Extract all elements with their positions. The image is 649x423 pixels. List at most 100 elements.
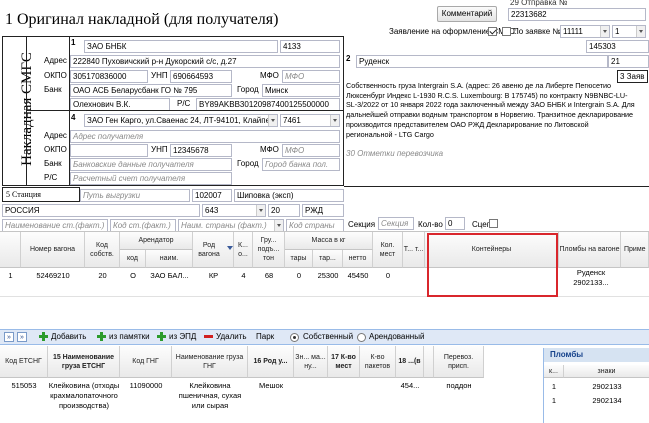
country-code-select[interactable]: 643 <box>202 204 266 217</box>
own-label: Собственный <box>303 332 354 341</box>
chevron-down-icon <box>600 26 609 37</box>
from-memo-button[interactable]: из памятки <box>109 330 150 344</box>
dispatch-number-input[interactable]: 22313682 <box>508 8 646 21</box>
col-weight: 18 ...(в <box>396 346 424 378</box>
receiver-bank-input[interactable]: Банковские данные получателя <box>70 158 232 171</box>
receiver-mfo-input[interactable]: МФО <box>282 144 340 157</box>
receiver-code-select[interactable]: 7461 <box>280 114 340 127</box>
receiver-rs-input[interactable]: Расчетный счет получателя <box>70 172 232 185</box>
by-statement-checkbox[interactable] <box>502 27 511 36</box>
sender-name-input[interactable]: ЗАО БНБК <box>84 40 278 53</box>
count-input[interactable]: 0 <box>445 217 465 230</box>
col-net: нетто <box>343 250 373 268</box>
row-etsng-name: Клейковина (отходы крахмалопаточного про… <box>48 381 120 410</box>
collapse-button[interactable]: » <box>4 332 14 342</box>
receiver-name-value: ЗАО Ген Карго, ул.Сваенас 24, ЛТ-94101, … <box>87 116 271 125</box>
receiver-mfo-label: МФО <box>260 145 279 154</box>
col-gng-code: Код ГНГ <box>120 346 172 378</box>
row-lessor-name: ЗАО БАЛ... <box>150 271 189 280</box>
col-tare: тары <box>285 250 313 268</box>
carrier-marks-input[interactable]: 30 Отметки перевозчика <box>346 148 443 159</box>
station-code-input[interactable]: 145303 <box>586 40 649 53</box>
statement-text[interactable]: Собственность груза Intergrain S.A. (адр… <box>346 81 636 139</box>
col-num <box>0 232 21 268</box>
col-wagon-number: Номер вагона <box>21 232 85 268</box>
list-item[interactable]: 1 2902133 <box>544 381 649 394</box>
seal-sign: 2902133 <box>592 382 622 391</box>
col-note: Приме <box>621 232 649 268</box>
unload-route-input[interactable]: Путь выгрузки <box>80 189 190 202</box>
rented-radio[interactable] <box>357 333 366 342</box>
row-packing: Мешок <box>259 381 283 390</box>
seals-panel-title: Пломбы <box>544 348 649 362</box>
side-title: Накладная СМГС <box>19 52 35 166</box>
radio-dot-icon <box>293 336 296 339</box>
sender-address-input[interactable]: 222840 Пуховичский р-н Дукорский с/с, д.… <box>70 55 340 68</box>
expand-button[interactable]: » <box>17 332 27 342</box>
smgs-statement-checkbox[interactable] <box>488 27 497 36</box>
add-button[interactable]: Добавить <box>51 330 86 344</box>
station-extra-input[interactable]: 21 <box>608 55 649 68</box>
sender-city-input[interactable]: Минск <box>262 84 340 97</box>
table-row[interactable]: 515053 Клейковина (отходы крахмалопаточн… <box>0 378 535 423</box>
sender-code-input[interactable]: 4133 <box>280 40 340 53</box>
seals-col-signs: знаки <box>564 365 649 378</box>
sender-city-label: Город <box>237 85 259 94</box>
receiver-address-input[interactable]: Адрес получателя <box>70 130 340 143</box>
station-name-input[interactable]: Руденск <box>356 55 608 68</box>
list-item[interactable]: 1 2902134 <box>544 395 649 408</box>
col-lessor: Арендатор <box>120 232 193 250</box>
seals-panel: Пломбы к... знаки 1 2902133 1 2902134 <box>543 348 649 423</box>
col-owner-code: Код собств. <box>85 232 120 268</box>
statement-number-select[interactable]: 11111 <box>560 25 610 38</box>
sender-bank-label: Банк <box>44 85 62 94</box>
receiver-bank-label: Банк <box>44 159 62 168</box>
row-tare-prov: 25300 <box>317 271 339 280</box>
col-etsng-code: Код ЕТСНГ <box>0 346 48 378</box>
add-from-epd-icon <box>157 332 166 341</box>
receiver-unp-input[interactable]: 12345678 <box>170 144 232 157</box>
sender-bank-input[interactable]: ОАО АСБ Беларусбанк ГО № 795 <box>70 84 232 97</box>
receiver-okpo-input[interactable] <box>70 144 148 157</box>
col-t: Т... т... <box>403 232 425 268</box>
col-mass-group: Масса в кг <box>285 232 373 250</box>
col-kind: Род вагона <box>193 232 234 268</box>
col-tare-prov: тар... <box>313 250 343 268</box>
sender-rs-label: Р/С <box>177 99 191 108</box>
receiver-code-value: 7461 <box>283 116 301 125</box>
receiver-num: 4 <box>71 113 76 122</box>
col-places: Кол. мест <box>373 232 403 268</box>
rail-number-input[interactable]: 20 <box>268 204 300 217</box>
row-transshipment: поддон <box>446 381 472 390</box>
row-etsng-code: 515053 <box>11 381 37 390</box>
row-num: 1 <box>8 271 13 280</box>
section-divider <box>26 110 344 111</box>
by-statement-label: По заявке № <box>513 27 561 36</box>
statement-count-select[interactable]: 1 <box>612 25 646 38</box>
coupling-checkbox[interactable] <box>489 219 498 228</box>
statement-count-value: 1 <box>615 27 620 36</box>
sender-mfo-input[interactable]: МФО <box>282 70 340 83</box>
sender-okpo-label: ОКПО <box>44 71 67 80</box>
receiver-city-input[interactable]: Город банка пол. <box>262 158 340 171</box>
comment-button[interactable]: Комментарий <box>437 6 497 22</box>
delete-button[interactable]: Удалить <box>216 330 247 344</box>
smgs-statement-label: Заявление на оформление СМГС: <box>389 27 517 36</box>
row-weight: 454... <box>400 381 420 390</box>
section-label: Секция <box>348 220 376 229</box>
country-name-input[interactable]: РОССИЯ <box>2 204 200 217</box>
destination-name-input[interactable]: Шиповка (эксп) <box>234 189 344 202</box>
destination-code-input[interactable]: 102007 <box>192 189 232 202</box>
chevron-down-icon <box>274 220 283 231</box>
sender-okpo-input[interactable]: 305170836000 <box>70 70 148 83</box>
seals-col-k: к... <box>544 365 564 378</box>
col-lessor-code: код <box>120 250 146 268</box>
own-radio[interactable] <box>290 333 299 342</box>
receiver-rs-label: Р/С <box>44 173 58 182</box>
sender-unp-input[interactable]: 690664593 <box>170 70 232 83</box>
rail-name-input[interactable]: РЖД <box>302 204 344 217</box>
row-axles: 4 <box>241 271 246 280</box>
section-input[interactable]: Секция <box>378 217 414 230</box>
from-epd-button[interactable]: из ЭПД <box>169 330 196 344</box>
receiver-name-select[interactable]: ЗАО Ген Карго, ул.Сваенас 24, ЛТ-94101, … <box>84 114 278 127</box>
